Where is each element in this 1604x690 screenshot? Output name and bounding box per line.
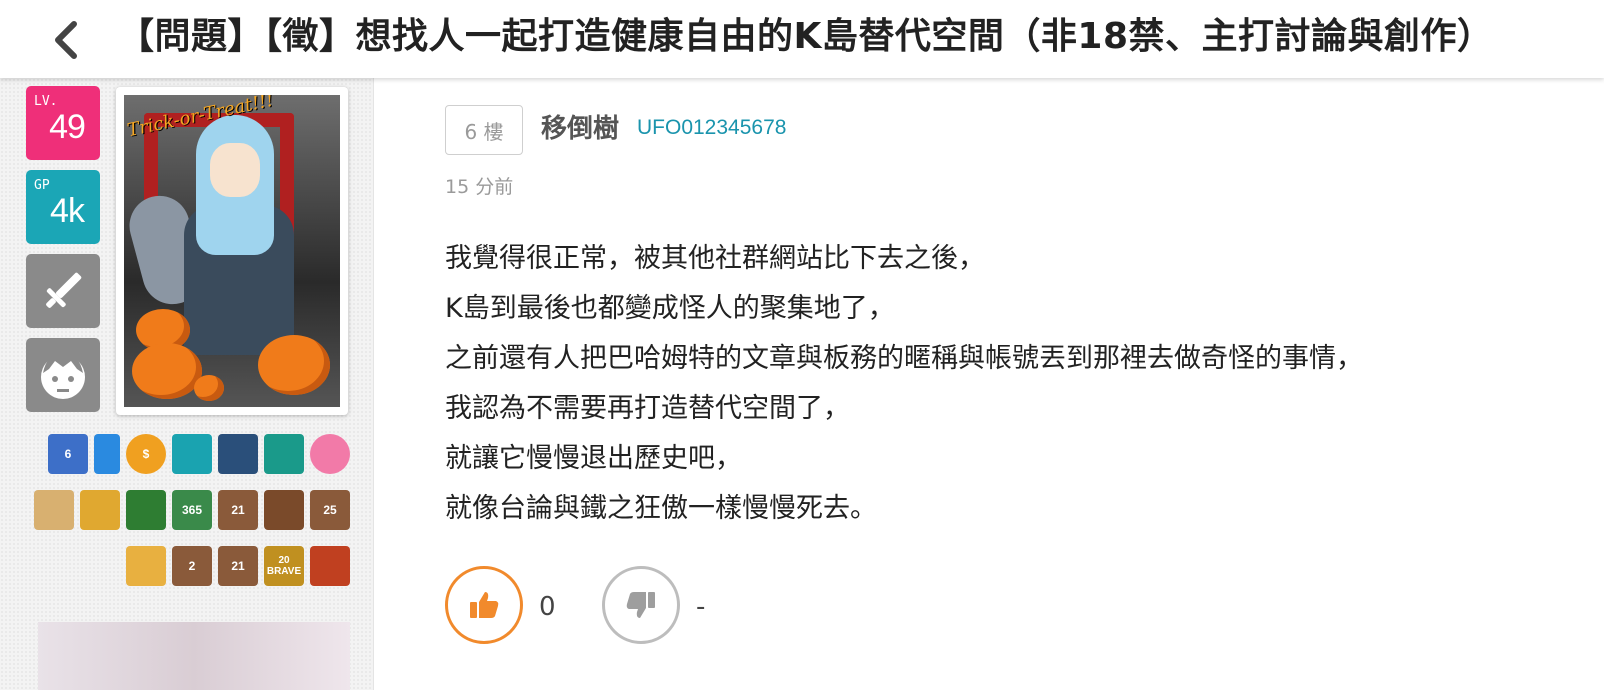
- badge-list: 6 $ 365 21 25 2 21 20 BRAVE: [30, 434, 350, 602]
- chat-badge-icon[interactable]: [218, 434, 258, 474]
- page-title: 【問題】【徵】想找人一起打造健康自由的K島替代空間（非18禁、主打討論與創作）: [118, 16, 1494, 57]
- weapon-badge[interactable]: [26, 254, 100, 328]
- thumbs-up-icon: [470, 592, 499, 618]
- like-button[interactable]: [445, 566, 523, 644]
- badge-row: 365 21 25: [30, 490, 350, 534]
- content-line: 就像台論與鐵之狂傲一樣慢慢死去。: [445, 493, 877, 524]
- post-time: 15 分前: [445, 176, 514, 198]
- shield-21-badge-icon[interactable]: 21: [218, 490, 258, 530]
- avatar-face-badge[interactable]: [26, 338, 100, 412]
- mountain-badge-icon[interactable]: [126, 490, 166, 530]
- shield-2-badge-icon[interactable]: 2: [172, 546, 212, 586]
- gp-caption: GP: [34, 178, 50, 193]
- content-line: 之前還有人把巴哈姆特的文章與板務的暱稱與帳號丟到那裡去做奇怪的事情，: [445, 343, 1363, 374]
- level-value: 49: [49, 107, 86, 146]
- face-icon: [41, 353, 85, 399]
- chest-badge-icon[interactable]: [264, 490, 304, 530]
- moneybag-badge-icon[interactable]: [126, 546, 166, 586]
- back-button[interactable]: [44, 18, 88, 62]
- gp-badge[interactable]: GP 4k: [26, 170, 100, 244]
- phone-badge-icon[interactable]: [94, 434, 120, 474]
- dislike-count: -: [696, 592, 706, 622]
- tv-badge-icon[interactable]: [172, 434, 212, 474]
- scroll-badge-icon[interactable]: [80, 490, 120, 530]
- content-line: K島到最後也都變成怪人的聚集地了，: [445, 293, 895, 324]
- music-badge-icon[interactable]: [264, 434, 304, 474]
- author-user-id[interactable]: UFO012345678: [637, 116, 786, 140]
- dislike-button[interactable]: [602, 566, 680, 644]
- coin-badge-icon[interactable]: $: [126, 434, 166, 474]
- badge-row: 6 $: [30, 434, 350, 478]
- thumbs-down-icon: [626, 592, 655, 618]
- dragon-badge-icon[interactable]: 6: [48, 434, 88, 474]
- avatar-image: Trick-or-Treat!!!: [124, 95, 340, 407]
- content-line: 就讓它慢慢退出歷史吧，: [445, 443, 742, 474]
- author-name[interactable]: 移倒樹: [541, 108, 619, 145]
- sword-icon: [46, 272, 82, 308]
- potion-badge-icon[interactable]: [34, 490, 74, 530]
- shield-25-badge-icon[interactable]: 25: [310, 490, 350, 530]
- floor-number[interactable]: 6 樓: [445, 105, 523, 155]
- flag-badge-icon[interactable]: [310, 546, 350, 586]
- shield-21-badge-icon[interactable]: 21: [218, 546, 258, 586]
- level-caption: LV.: [34, 94, 58, 109]
- chevron-left-icon: [55, 21, 77, 59]
- post-content: 我覺得很正常，被其他社群網站比下去之後， K島到最後也都變成怪人的聚集地了， 之…: [445, 234, 1363, 534]
- like-count: 0: [539, 592, 556, 622]
- signature-image: [38, 622, 350, 690]
- content-line: 我覺得很正常，被其他社群網站比下去之後，: [445, 243, 985, 274]
- avatar-card[interactable]: Trick-or-Treat!!!: [116, 87, 348, 415]
- level-badge[interactable]: LV. 49: [26, 86, 100, 160]
- heart-badge-icon[interactable]: [310, 434, 350, 474]
- gp-value: 4k: [50, 191, 85, 230]
- author-sidebar: LV. 49 GP 4k Trick-or-Treat!!! 6 $ 365 2…: [0, 78, 374, 690]
- badge-row: 2 21 20 BRAVE: [30, 546, 350, 590]
- calendar-365-badge-icon[interactable]: 365: [172, 490, 212, 530]
- content-line: 我認為不需要再打造替代空間了，: [445, 393, 850, 424]
- top-bar: 【問題】【徵】想找人一起打造健康自由的K島替代空間（非18禁、主打討論與創作）: [0, 0, 1604, 78]
- brave-20-badge-icon[interactable]: 20 BRAVE: [264, 546, 304, 586]
